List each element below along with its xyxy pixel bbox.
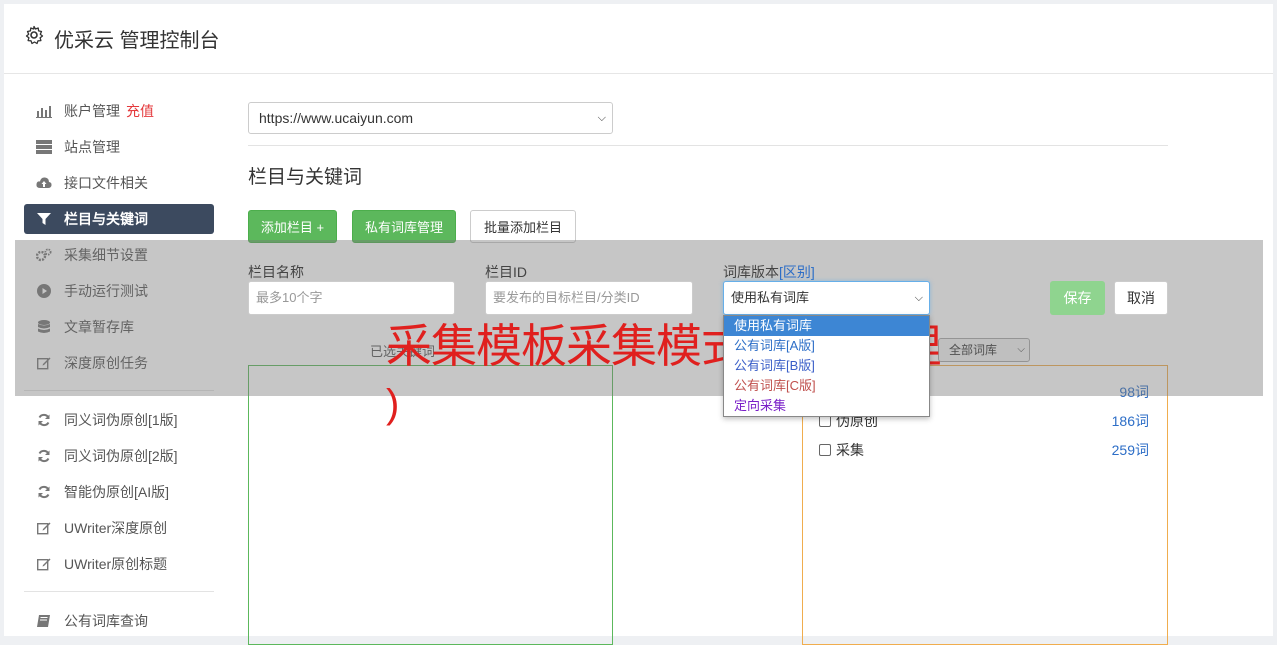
edit-icon	[36, 520, 52, 536]
refresh-icon	[36, 448, 52, 464]
sidebar-item-label: UWriter原创标题	[64, 556, 168, 572]
sidebar-item-synonym-v1[interactable]: 同义词伪原创[1版]	[24, 405, 214, 435]
lib-version-dropdown: 使用私有词库 公有词库[A版] 公有词库[B版] 公有词库[C版] 定向采集	[723, 315, 930, 417]
difference-link[interactable]: [区别]	[779, 264, 815, 280]
sidebar-item-sites[interactable]: 站点管理	[24, 132, 214, 162]
sidebar-item-label: UWriter深度原创	[64, 520, 168, 536]
column-name-input[interactable]: 最多10个字	[248, 281, 455, 315]
sidebar-item-uwriter-title[interactable]: UWriter原创标题	[24, 549, 214, 579]
divider	[248, 145, 1168, 146]
sidebar-item-public-lib-query[interactable]: 公有词库查询	[24, 606, 214, 636]
library-checkbox[interactable]	[819, 444, 831, 456]
batch-add-button[interactable]: 批量添加栏目	[470, 210, 576, 243]
column-name-label: 栏目名称	[248, 264, 304, 280]
gear-icon	[25, 25, 44, 45]
lib-version-value: 使用私有词库	[731, 290, 810, 305]
sidebar-item-label: 账户管理	[64, 103, 120, 119]
sidebar-item-synonym-v2[interactable]: 同义词伪原创[2版]	[24, 441, 214, 471]
recharge-link[interactable]: 充值	[126, 101, 154, 121]
sidebar-item-label: 栏目与关键词	[64, 211, 148, 227]
sidebar-item-account[interactable]: 账户管理 充值	[24, 96, 214, 126]
book-icon	[36, 613, 52, 629]
sidebar-item-uwriter-deep[interactable]: UWriter深度原创	[24, 513, 214, 543]
lib-version-select[interactable]: 使用私有词库 ⌵	[723, 281, 930, 315]
sidebar-item-label: 公有词库查询	[64, 613, 148, 629]
cloud-upload-icon	[36, 175, 52, 191]
lib-version-label-text: 词库版本	[723, 264, 779, 280]
sidebar-item-label: 站点管理	[64, 139, 120, 155]
site-select[interactable]: https://www.ucaiyun.com ⌵	[248, 102, 613, 134]
library-count: 186词	[1111, 413, 1149, 429]
filter-icon	[36, 211, 52, 227]
sidebar-item-interface-files[interactable]: 接口文件相关	[24, 168, 214, 198]
save-button[interactable]: 保存	[1050, 281, 1105, 315]
column-id-label: 栏目ID	[485, 264, 527, 280]
dropdown-option[interactable]: 公有词库[B版]	[724, 356, 929, 376]
sidebar-item-label: 接口文件相关	[64, 175, 148, 191]
column-id-input[interactable]: 要发布的目标栏目/分类ID	[485, 281, 693, 315]
chevron-down-icon: ⌵	[914, 292, 923, 304]
add-column-button[interactable]: 添加栏目 +	[248, 210, 337, 243]
server-icon	[36, 139, 52, 155]
sidebar-item-label: 智能伪原创[AI版]	[64, 484, 170, 500]
sidebar-item-label: 同义词伪原创[2版]	[64, 448, 178, 464]
sidebar-item-ai-rewrite[interactable]: 智能伪原创[AI版]	[24, 477, 214, 507]
dropdown-option[interactable]: 定向采集	[724, 396, 929, 416]
private-lib-button[interactable]: 私有词库管理	[352, 210, 456, 243]
console-title: 优采云 管理控制台	[54, 30, 220, 52]
dropdown-option[interactable]: 公有词库[C版]	[724, 376, 929, 396]
library-row[interactable]: 采集 259词	[819, 440, 1149, 460]
cancel-button[interactable]: 取消	[1114, 281, 1168, 315]
dropdown-option[interactable]: 公有词库[A版]	[724, 336, 929, 356]
watermark-text: )	[386, 382, 400, 426]
edit-icon	[36, 556, 52, 572]
dropdown-option[interactable]: 使用私有词库	[724, 316, 929, 336]
chevron-down-icon: ⌵	[597, 112, 606, 124]
library-count: 259词	[1111, 442, 1149, 458]
refresh-icon	[36, 412, 52, 428]
library-name: 采集	[836, 442, 864, 458]
bar-chart-icon	[36, 103, 52, 119]
selected-keywords-box	[248, 365, 613, 645]
sidebar-item-columns-keywords[interactable]: 栏目与关键词	[24, 204, 214, 234]
sidebar-divider	[24, 591, 214, 592]
lib-version-label: 词库版本[区别]	[723, 262, 815, 282]
site-select-value: https://www.ucaiyun.com	[259, 110, 414, 126]
page-title: 栏目与关键词	[248, 167, 363, 188]
sidebar-item-label: 同义词伪原创[1版]	[64, 412, 178, 428]
refresh-icon	[36, 484, 52, 500]
